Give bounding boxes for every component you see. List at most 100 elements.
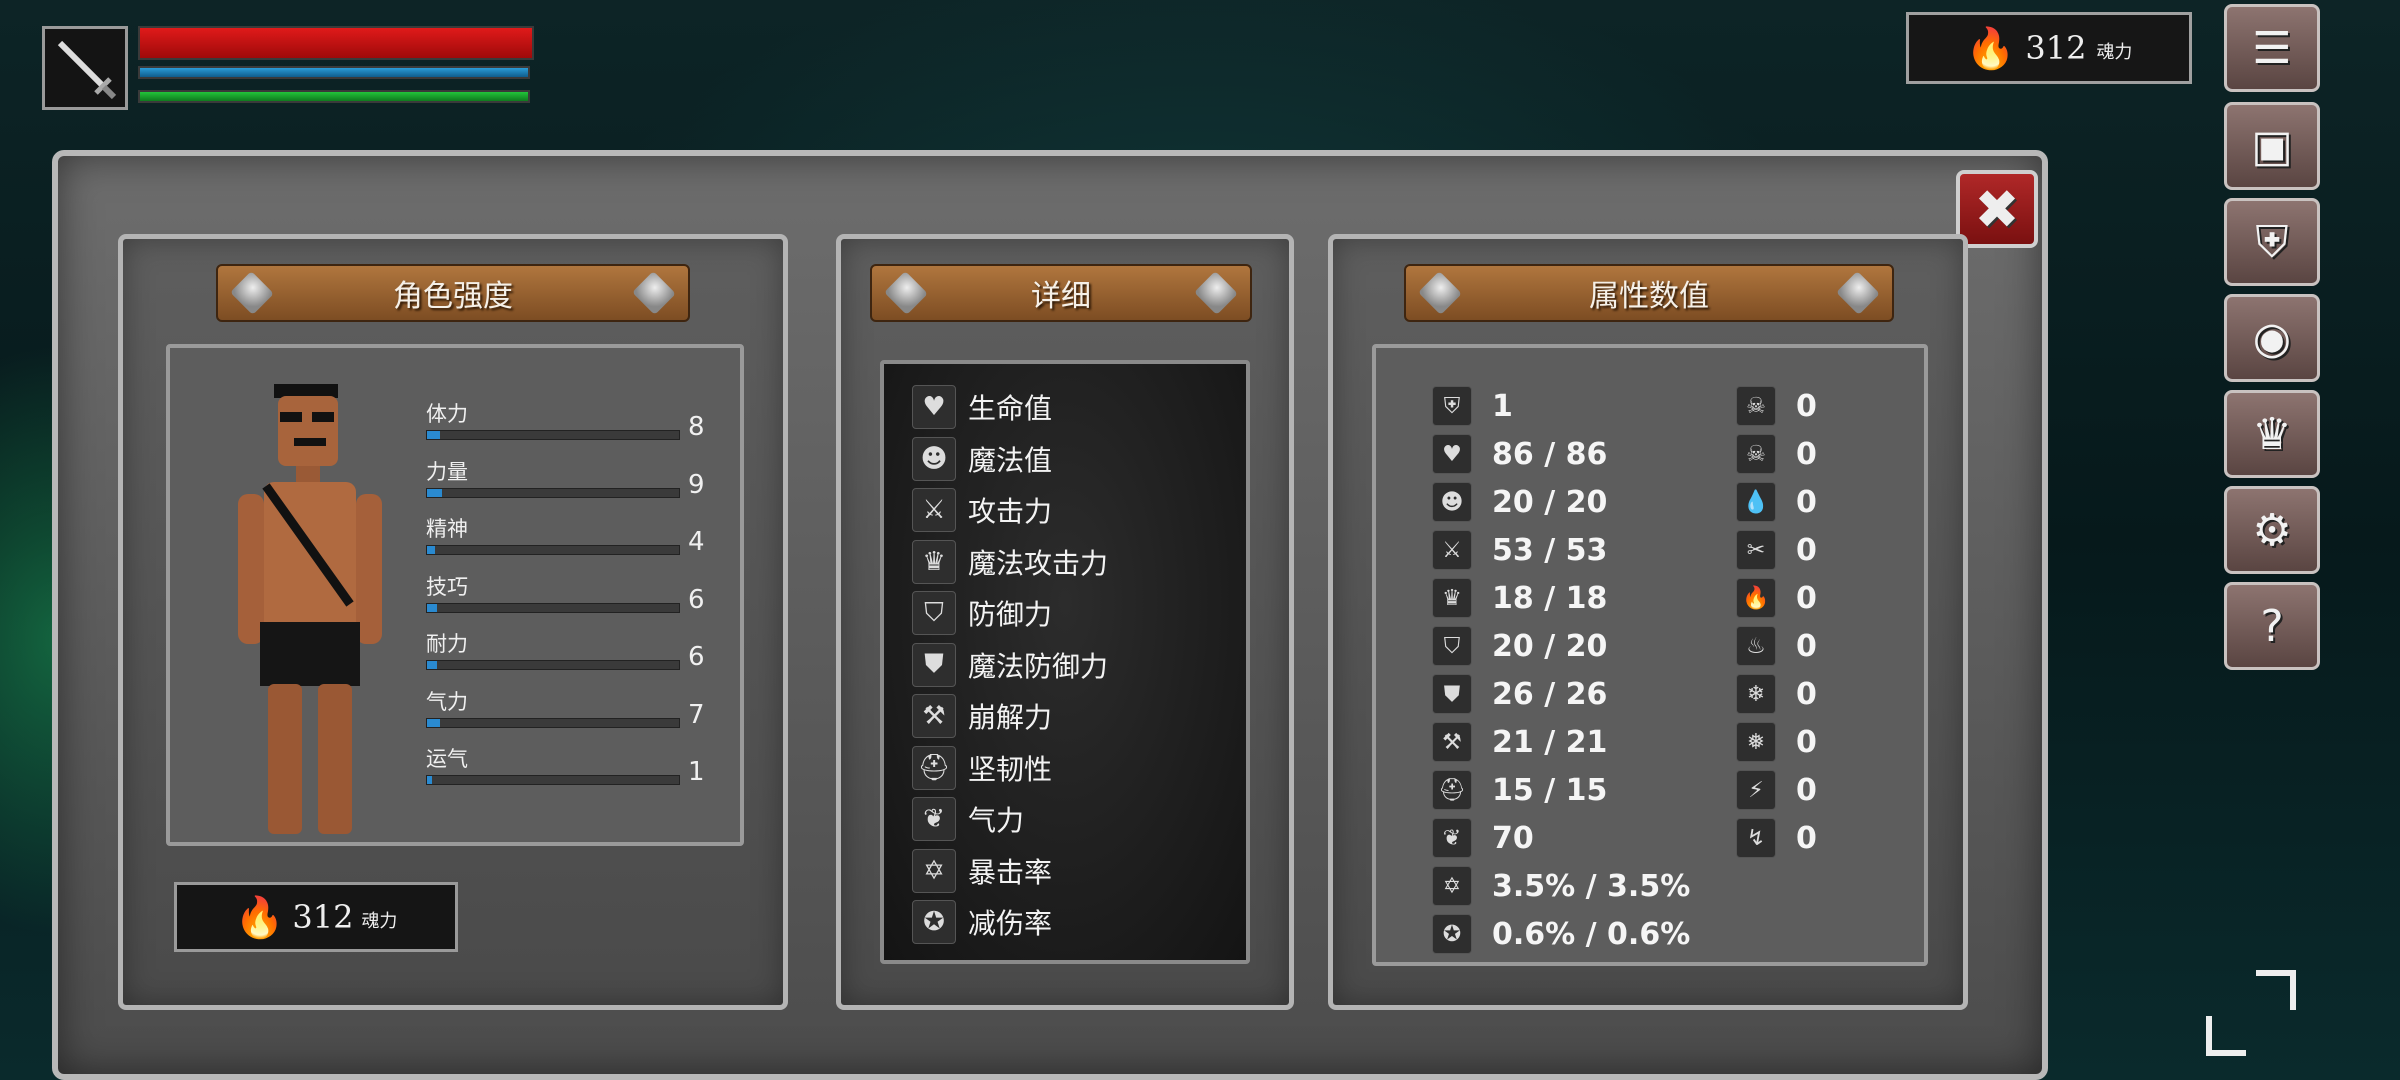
detail-label: 攻击力 <box>968 495 1053 528</box>
detail-label: 减伤率 <box>968 907 1053 940</box>
detail-label: 坚韧性 <box>968 752 1053 786</box>
stat-value: 9 <box>688 469 705 500</box>
lungs-icon: ❦ <box>1432 818 1472 858</box>
sword-icon: ⚔ <box>912 488 956 532</box>
menu-list-icon: ☰ <box>2252 22 2292 74</box>
stat-label: 运气 <box>426 747 468 771</box>
resistance-row: ↯ 0 <box>1736 816 1817 860</box>
magic-crown-icon: ♛ <box>1432 578 1472 618</box>
stat-bar-fill <box>427 661 438 669</box>
close-button[interactable]: ✖ <box>1956 170 2038 248</box>
resistance-value: 0 <box>1796 580 1817 616</box>
stat-row: 耐力 6 <box>426 628 726 672</box>
stat-bar-fill <box>427 546 435 554</box>
head-icon: ☻ <box>912 436 956 481</box>
soul-value: 312 <box>2025 29 2087 67</box>
menu-list-button[interactable]: ☰ <box>2224 4 2320 92</box>
character-panel-title-plaque: 角色强度 <box>216 264 690 322</box>
head-icon: ☻ <box>1432 482 1472 522</box>
stat-label: 体力 <box>426 402 468 426</box>
break-hammer-icon: ⚒ <box>912 694 956 738</box>
crit-star-icon: ✡ <box>1432 866 1472 906</box>
attribute-value: 18 / 18 <box>1492 580 1608 616</box>
stat-row: 力量 9 <box>426 456 726 500</box>
close-icon: ✖ <box>1974 177 2020 241</box>
poison-skull-icon: ☠ <box>1736 386 1776 426</box>
attribute-value: 86 / 86 <box>1492 436 1608 472</box>
lungs-icon: ❦ <box>912 797 956 841</box>
help-icon: ? <box>2260 600 2284 652</box>
resistance-row: ☠ 0 <box>1736 384 1817 428</box>
inventory-button[interactable]: ▣ <box>2224 102 2320 190</box>
attributes-list: ⛨ 1 ♥ 86 / 86 ☻ 20 / 20 ⚔ 53 / 53 ♛ 18 / 18 ⛉ 20 / … <box>1372 344 1928 966</box>
detail-label: 生命值 <box>968 392 1053 425</box>
character-soul-unit: 魂力 <box>361 911 398 932</box>
skills-emblem-button[interactable]: ◉ <box>2224 294 2320 382</box>
attributes-panel-title: 属性数值 <box>1589 279 1709 314</box>
helmet-icon: ⛑ <box>912 745 956 790</box>
soul-unit: 魂力 <box>2096 42 2133 63</box>
health-bar <box>138 26 534 60</box>
resistance-value: 0 <box>1796 532 1817 568</box>
settings-button[interactable]: ⚙ <box>2224 486 2320 574</box>
help-button[interactable]: ? <box>2224 582 2320 670</box>
resize-handle-icon[interactable] <box>2256 970 2296 1010</box>
poison-resist-icon: ☠ <box>1736 434 1776 474</box>
rivet-icon <box>1194 271 1238 315</box>
resistance-row: 🔥 0 <box>1736 576 1817 620</box>
stat-row: 体力 8 <box>426 398 726 442</box>
crown-button[interactable]: ♛ <box>2224 390 2320 478</box>
detail-row: ✡ 暴击率 <box>912 848 1052 894</box>
resistance-value: 0 <box>1796 484 1817 520</box>
stat-value: 1 <box>688 757 705 787</box>
water-drop-icon: 💧 <box>1736 482 1776 522</box>
crown-icon: ♛ <box>2252 408 2292 460</box>
soul-counter: 🔥 312 魂力 <box>1906 12 2192 84</box>
stat-row: 运气 1 <box>426 743 726 787</box>
attribute-row: ⛑ 15 / 15 <box>1432 768 1607 812</box>
attribute-value: 20 / 20 <box>1492 484 1608 520</box>
resistance-row: ✂ 0 <box>1736 528 1817 572</box>
sword-icon <box>57 40 117 100</box>
magic-crown-icon: ♛ <box>912 539 956 584</box>
attribute-value: 0.6% / 0.6% <box>1492 916 1691 952</box>
sword-icon: ⚔ <box>1432 530 1472 570</box>
attribute-row: ⛊ 26 / 26 <box>1432 672 1607 716</box>
stat-bar <box>426 717 680 728</box>
attribute-row: ⛉ 20 / 20 <box>1432 624 1607 668</box>
detail-row: ⛑ 坚韧性 <box>912 745 1052 791</box>
stat-value: 6 <box>688 584 705 615</box>
equipment-helmet-button[interactable]: ⛨ <box>2224 198 2320 286</box>
skills-emblem-icon: ◉ <box>2252 312 2292 364</box>
detail-row: ⛊ 魔法防御力 <box>912 642 1108 688</box>
fire-resist-icon: ♨ <box>1736 626 1776 666</box>
fire-icon: 🔥 <box>1965 25 2016 72</box>
inventory-icon: ▣ <box>2251 120 2293 172</box>
rivet-icon <box>884 271 928 315</box>
stat-row: 气力 7 <box>426 686 726 730</box>
detail-row: ❦ 气力 <box>912 796 1024 842</box>
equipped-weapon-slot[interactable] <box>42 26 128 110</box>
stat-bar-fill <box>427 603 438 612</box>
resistance-value: 0 <box>1796 436 1817 472</box>
attribute-row: ✪ 0.6% / 0.6% <box>1432 912 1690 956</box>
stat-bar-fill <box>427 488 443 497</box>
detail-row: ⚒ 崩解力 <box>912 693 1052 739</box>
resistance-value: 0 <box>1796 676 1817 712</box>
stat-bar <box>426 430 680 440</box>
stat-label: 耐力 <box>426 632 468 656</box>
attributes-panel-title-plaque: 属性数值 <box>1404 264 1894 322</box>
stat-bar <box>426 487 680 498</box>
mana-bar <box>138 66 530 79</box>
stat-label: 力量 <box>426 459 468 484</box>
attribute-value: 26 / 26 <box>1492 676 1608 712</box>
detail-row: ♥ 生命值 <box>912 384 1052 430</box>
detail-label: 防御力 <box>968 598 1053 631</box>
detail-row: ⛉ 防御力 <box>912 590 1052 636</box>
attribute-value: 21 / 21 <box>1492 724 1608 760</box>
resistance-row: ❅ 0 <box>1736 720 1817 764</box>
stat-row: 技巧 6 <box>426 571 726 615</box>
attribute-row: ⛨ 1 <box>1432 384 1513 428</box>
detail-list: ♥ 生命值 ☻ 魔法值 ⚔ 攻击力 ♛ 魔法攻击力 ⛉ 防御力 ⛊ 魔法防御力 ⚒ 崩解力 ⛑ 坚韧性 ❦ 气力 ✡… <box>880 360 1250 964</box>
resize-handle-icon[interactable] <box>2206 1016 2246 1056</box>
